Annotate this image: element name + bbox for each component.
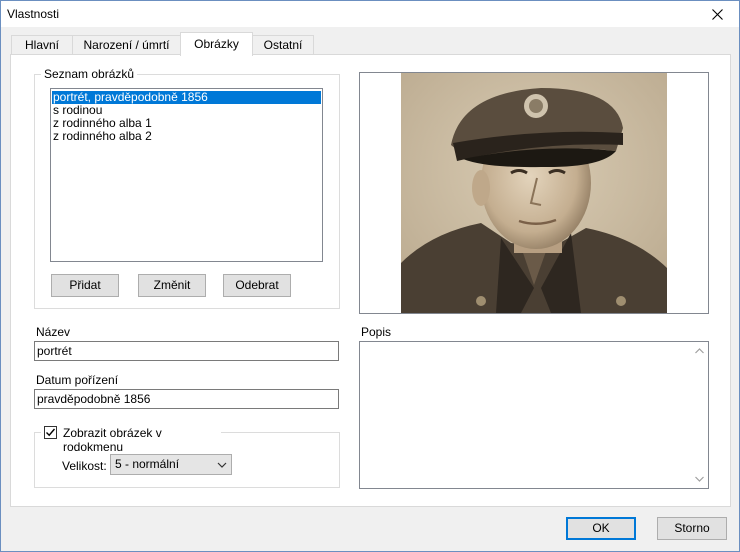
scroll-up-icon[interactable] <box>691 344 708 358</box>
tab-narozeni-umrti[interactable]: Narození / úmrtí <box>72 35 181 55</box>
size-label: Velikost: <box>62 459 107 473</box>
show-in-tree-checkbox[interactable] <box>44 426 57 439</box>
chevron-down-icon <box>217 462 227 468</box>
name-input[interactable]: portrét <box>34 341 339 361</box>
tab-hlavni[interactable]: Hlavní <box>11 35 73 55</box>
close-icon <box>711 8 723 20</box>
image-list-group-title: Seznam obrázků <box>41 67 138 81</box>
close-button[interactable] <box>695 1 739 27</box>
remove-image-button[interactable]: Odebrat <box>223 274 291 297</box>
tab-obrazky[interactable]: Obrázky <box>180 32 253 56</box>
image-preview-frame <box>359 72 709 314</box>
portrait-photo <box>401 73 667 313</box>
display-group-header: Zobrazit obrázek v rodokmenu <box>41 426 221 454</box>
title-bar: Vlastnosti <box>1 1 739 27</box>
description-textarea[interactable] <box>359 341 709 489</box>
cancel-button[interactable]: Storno <box>657 517 727 540</box>
date-label: Datum pořízení <box>36 373 119 387</box>
size-select-value: 5 - normální <box>115 457 180 471</box>
tab-ostatni[interactable]: Ostatní <box>252 35 314 55</box>
window-title: Vlastnosti <box>7 7 60 21</box>
description-label: Popis <box>361 325 392 339</box>
description-scrollbar[interactable] <box>691 342 708 488</box>
scroll-down-icon[interactable] <box>691 472 708 486</box>
image-listbox[interactable]: portrét, pravděpodobně 1856 s rodinou z … <box>50 88 323 262</box>
list-item[interactable]: z rodinného alba 2 <box>52 130 321 143</box>
date-input[interactable]: pravděpodobně 1856 <box>34 389 339 409</box>
ok-button[interactable]: OK <box>566 517 636 540</box>
change-image-button[interactable]: Změnit <box>138 274 206 297</box>
checkmark-icon <box>46 428 56 437</box>
name-label: Název <box>36 325 71 339</box>
tab-panel-obrazky: Seznam obrázků portrét, pravděpodobně 18… <box>10 54 731 507</box>
size-select[interactable]: 5 - normální <box>110 454 232 475</box>
add-image-button[interactable]: Přidat <box>51 274 119 297</box>
properties-dialog: Vlastnosti Hlavní Narození / úmrtí Obráz… <box>0 0 740 552</box>
show-in-tree-label[interactable]: Zobrazit obrázek v rodokmenu <box>63 426 221 454</box>
